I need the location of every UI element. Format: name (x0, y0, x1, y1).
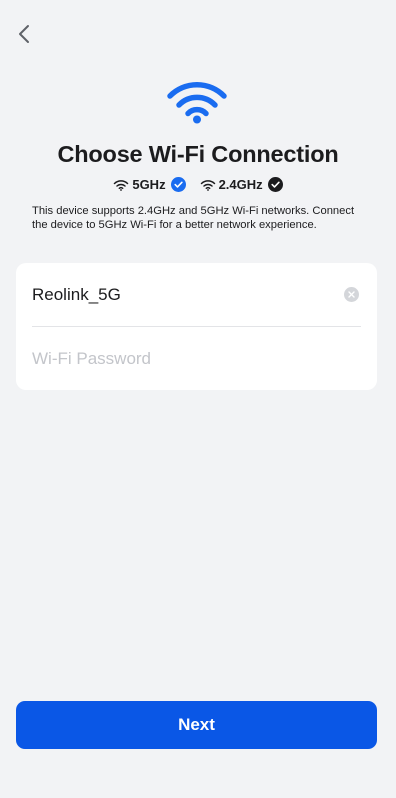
password-row (32, 327, 361, 390)
band-5ghz: 5GHz (113, 177, 186, 192)
check-circle-icon (267, 177, 283, 192)
band-label: 5GHz (132, 177, 166, 192)
ssid-input[interactable] (32, 284, 312, 305)
wifi-small-icon (200, 179, 215, 191)
clear-button[interactable] (344, 287, 359, 302)
description-text: This device supports 2.4GHz and 5GHz Wi-… (32, 205, 355, 231)
check-circle-icon (170, 177, 186, 192)
back-button[interactable] (10, 20, 38, 48)
wifi-small-icon (114, 179, 129, 191)
chevron-left-icon (19, 25, 29, 43)
clear-icon (348, 291, 355, 298)
page-title: Choose Wi-Fi Connection (57, 141, 339, 167)
password-input[interactable] (32, 348, 312, 369)
band-label: 2.4GHz (218, 177, 263, 192)
choose-wifi-screen: Choose Wi-Fi Connection 5GHz 2.4GHz This… (0, 0, 396, 798)
band-indicators: 5GHz 2.4GHz (0, 177, 396, 192)
next-button[interactable]: Next (16, 701, 377, 749)
wifi-icon (167, 81, 227, 124)
band-2-4ghz: 2.4GHz (200, 177, 283, 192)
ssid-row (32, 263, 361, 327)
wifi-form-card (16, 263, 377, 390)
